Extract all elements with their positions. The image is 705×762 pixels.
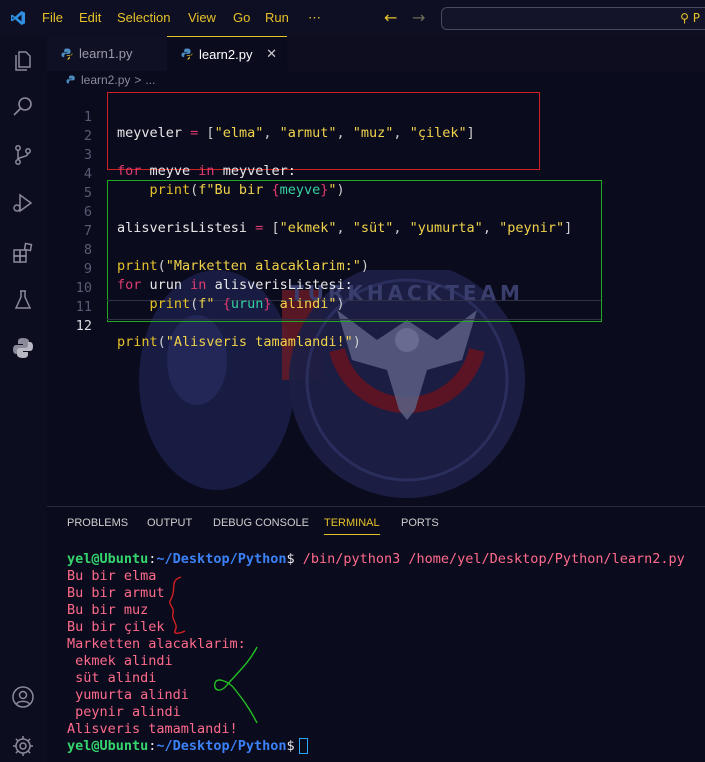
code-line[interactable]: 9 for urun in alisverisListesi: [47,245,705,293]
activity-bar [0,36,47,762]
line-source: print("Alisveris tamamlandi!") [117,334,361,350]
menu-run[interactable]: Run [265,10,289,25]
tab-learn1-label: learn1.py [79,46,133,61]
close-icon[interactable]: ✕ [266,46,277,62]
editor-tab-bar: learn1.py learn2.py ✕ [47,36,705,71]
run-debug-icon[interactable] [11,191,35,215]
panel-tab-problems[interactable]: PROBLEMS [67,517,128,529]
line-number-active: 12 [75,318,92,334]
terminal-command: /bin/python3 /home/yel/Desktop/Python/le… [294,551,685,567]
breadcrumb-separator: > [134,73,142,87]
python-file-icon [181,48,193,60]
function-name: print [117,334,158,350]
menu-view[interactable]: View [188,10,216,25]
terminal-prompt-line[interactable]: yel@Ubuntu:~/Desktop/Python$ [67,738,308,754]
prompt-path: ~/Desktop/Python [156,551,287,567]
code-line[interactable]: 10 print(f" {urun} alindi") [47,264,705,312]
code-editor[interactable]: TURKHACKTEAM 1 meyveler = ["elma", "armu… [47,90,705,500]
prompt-dollar: $ [286,738,295,754]
prompt-path: ~/Desktop/Python [156,738,287,754]
code-line[interactable]: 7 [47,207,705,239]
menu-go[interactable]: Go [233,10,250,25]
terminal-output-line: süt alindi [67,670,157,686]
files-icon[interactable] [11,49,35,73]
breadcrumb: learn2.py > ... [66,73,155,87]
code-line[interactable]: 1 meyveler = ["elma", "armut", "muz", "ç… [47,93,705,141]
search-label: P [692,11,700,25]
command-center-search[interactable]: ⚲ P [441,7,705,30]
python-file-icon [66,74,75,83]
handdrawn-annotations [169,576,258,724]
forward-arrow-icon[interactable]: → [412,8,425,27]
python-file-icon [61,48,73,59]
prompt-user: yel@Ubuntu [67,738,149,754]
source-control-icon[interactable] [11,143,35,167]
extensions-icon[interactable] [11,241,35,265]
code-line[interactable]: 5 [47,169,705,201]
tab-learn2-label: learn2.py [199,46,253,62]
panel-tab-output[interactable]: OUTPUT [147,517,192,529]
panel-tab-terminal[interactable]: TERMINAL [324,517,380,535]
terminal-output-line: Bu bir muz [67,602,149,618]
terminal-output-line: Bu bir elma [67,568,157,584]
python-icon[interactable] [11,336,35,360]
code-line[interactable]: 2 [47,112,705,144]
code-line[interactable]: 3 for meyve in meyveler: [47,131,705,179]
code-line[interactable]: 6 alisverisListesi = ["ekmek", "süt", "y… [47,188,705,236]
code-line[interactable]: 8 print("Marketten alacaklarim:") [47,226,705,274]
menu-more[interactable]: ⋯ [308,10,321,26]
account-icon[interactable] [11,685,35,709]
terminal-command-line[interactable]: yel@Ubuntu:~/Desktop/Python$ /bin/python… [67,551,685,567]
breadcrumb-file[interactable]: learn2.py [81,73,130,87]
title-bar: File Edit Selection View Go Run ⋯ ← → ⚲ … [0,0,705,36]
search-icon[interactable] [11,95,35,119]
tab-learn2[interactable]: learn2.py ✕ [167,36,287,71]
prompt-user: yel@Ubuntu [67,551,149,567]
code-line[interactable]: 12 print("Alisveris tamamlandi!") [47,302,705,350]
panel-tab-ports[interactable]: PORTS [401,517,439,529]
terminal-output-line: Bu bir çilek [67,619,165,635]
code-line[interactable]: 4 print(f"Bu bir {meyve}") [47,150,705,198]
menu-file[interactable]: File [42,10,63,25]
back-arrow-icon[interactable]: ← [384,8,397,27]
menu-edit[interactable]: Edit [79,10,101,25]
vscode-logo-icon [11,11,25,25]
tab-learn1[interactable]: learn1.py [47,36,167,71]
string-literal: "Alisveris tamamlandi!" [165,334,353,350]
bracket: ( [157,334,166,350]
bottom-panel: PROBLEMS OUTPUT DEBUG CONSOLE TERMINAL P… [47,506,705,762]
terminal-cursor [298,738,308,754]
testing-icon[interactable] [11,288,35,312]
search-icon: ⚲ P [680,11,700,25]
code-line[interactable]: 11 [47,283,705,315]
breadcrumb-more[interactable]: ... [145,73,155,87]
terminal-output-line: Bu bir armut [67,585,165,601]
panel-tab-debug-console[interactable]: DEBUG CONSOLE [213,517,309,529]
prompt-dollar: $ [286,551,295,567]
settings-gear-icon[interactable] [11,734,35,758]
bracket: ) [352,334,361,350]
menu-selection[interactable]: Selection [117,10,170,25]
